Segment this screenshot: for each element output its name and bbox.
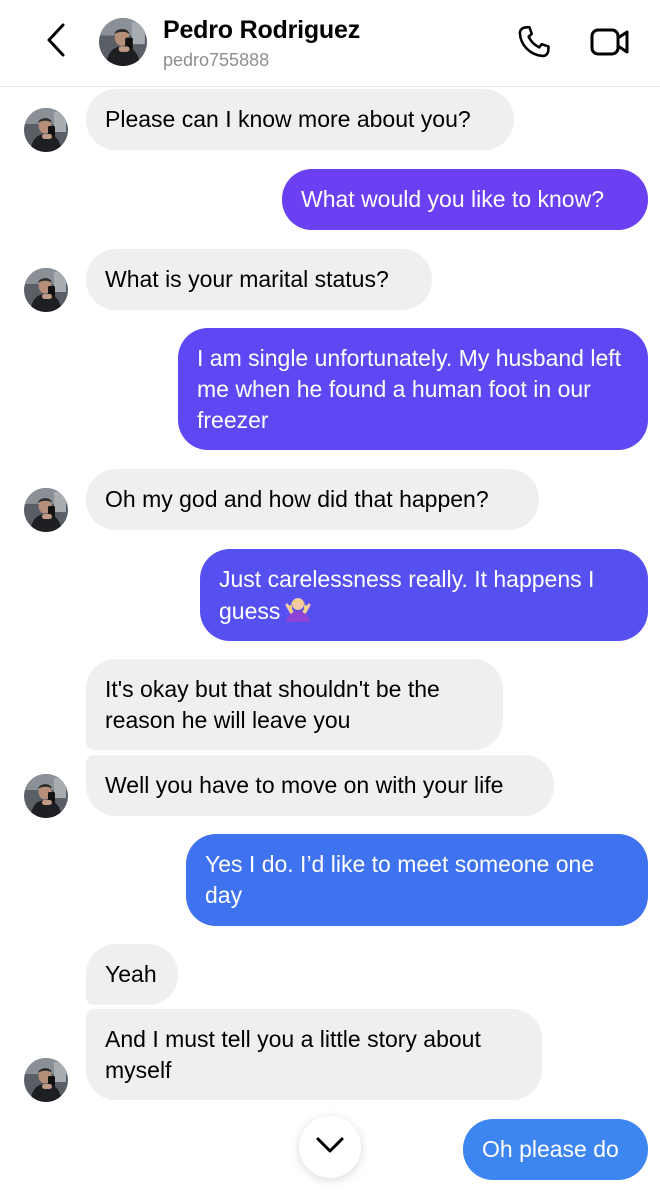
sender-avatar[interactable] xyxy=(24,488,68,532)
back-button[interactable] xyxy=(36,20,76,64)
contact-handle: pedro755888 xyxy=(163,50,270,70)
phone-icon xyxy=(515,23,553,66)
message-text: Just carelessness really. It happens I g… xyxy=(219,566,595,624)
incoming-message[interactable]: Yeah xyxy=(86,944,178,1005)
incoming-message[interactable]: Oh my god and how did that happen? xyxy=(86,469,539,530)
sender-avatar[interactable] xyxy=(24,1058,68,1102)
chat-header: Pedro Rodriguez pedro755888 xyxy=(0,0,660,87)
scroll-to-bottom-button[interactable] xyxy=(299,1116,361,1178)
outgoing-message[interactable]: Oh please do xyxy=(463,1119,648,1180)
outgoing-message[interactable]: What would you like to know? xyxy=(282,169,648,230)
video-camera-icon xyxy=(589,25,631,64)
contact-name[interactable]: Pedro Rodriguez xyxy=(163,16,360,45)
incoming-message[interactable]: Please can I know more about you? xyxy=(86,89,514,150)
chevron-down-icon xyxy=(315,1136,345,1159)
incoming-message[interactable]: It's okay but that shouldn't be the reas… xyxy=(86,659,503,750)
incoming-message[interactable]: Well you have to move on with your life xyxy=(86,755,554,816)
sender-avatar[interactable] xyxy=(24,268,68,312)
chevron-left-icon xyxy=(45,22,67,63)
contact-avatar[interactable] xyxy=(99,18,147,66)
incoming-message[interactable]: What is your marital status? xyxy=(86,249,432,310)
incoming-message[interactable]: And I must tell you a little story about… xyxy=(86,1009,542,1100)
video-call-button[interactable] xyxy=(586,24,634,64)
outgoing-message[interactable]: I am single unfortunately. My husband le… xyxy=(178,328,648,450)
chat-screen: Pedro Rodriguez pedro755888 Please can I… xyxy=(0,0,660,1200)
woman-shrugging-emoji xyxy=(284,595,312,631)
sender-avatar[interactable] xyxy=(24,774,68,818)
outgoing-message[interactable]: Yes I do. I’d like to meet someone one d… xyxy=(186,834,648,926)
sender-avatar[interactable] xyxy=(24,108,68,152)
outgoing-message[interactable]: Just carelessness really. It happens I g… xyxy=(200,549,648,641)
voice-call-button[interactable] xyxy=(512,24,556,64)
